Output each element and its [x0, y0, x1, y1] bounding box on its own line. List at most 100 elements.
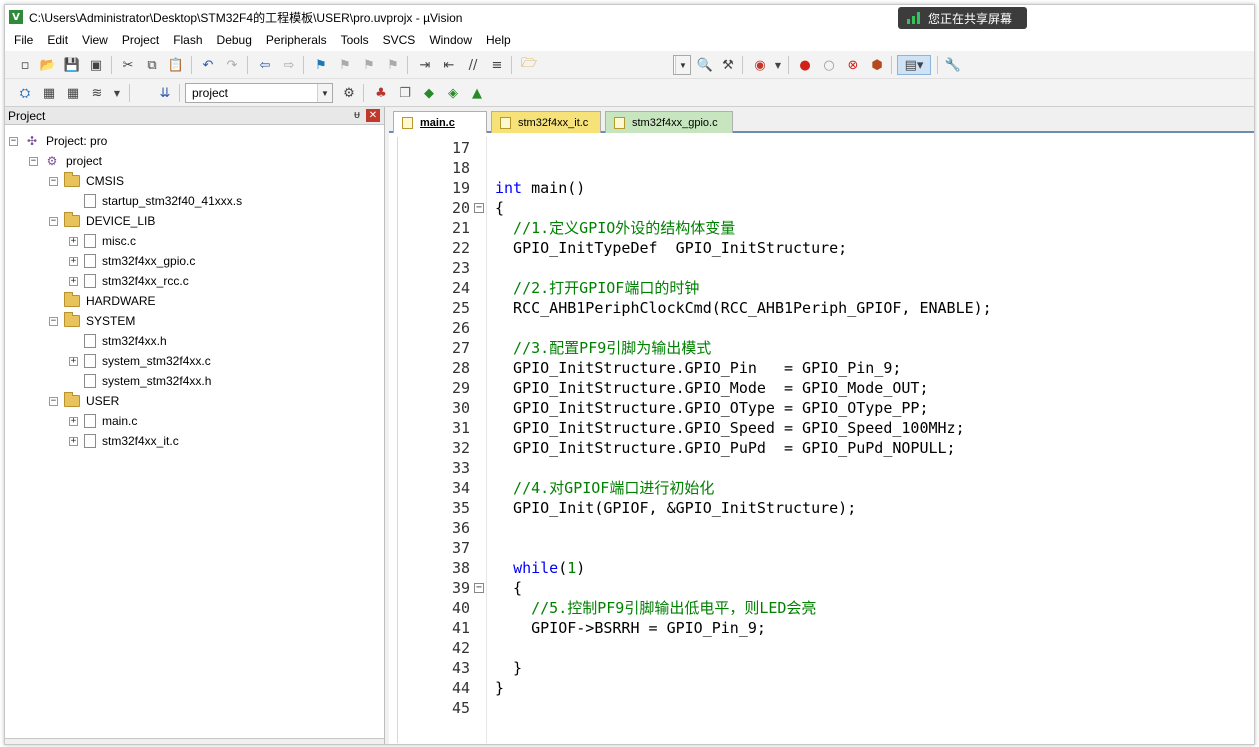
tree-item[interactable]: + stm32f4xx_gpio.c — [69, 251, 195, 271]
code-line[interactable]: 20− { — [398, 198, 1252, 218]
expand-icon[interactable]: + — [69, 436, 78, 446]
code-line[interactable]: 27 //3.配置PF9引脚为输出模式 — [398, 338, 1252, 358]
code-line[interactable]: 39− { — [398, 578, 1252, 598]
translate-icon[interactable]: ⛭ — [15, 83, 35, 103]
fold-collapse-icon[interactable]: − — [474, 203, 484, 213]
find-combo[interactable]: ▼ — [673, 55, 691, 75]
menu-project[interactable]: Project — [115, 33, 166, 47]
incremental-find-icon[interactable]: ⚒ — [718, 55, 738, 75]
expand-icon[interactable]: + — [69, 356, 78, 366]
expand-icon[interactable]: + — [69, 276, 78, 286]
debug-session-icon[interactable]: ◉ — [750, 55, 770, 75]
code-line[interactable]: 33 — [398, 458, 1252, 478]
expand-icon[interactable]: + — [69, 256, 78, 266]
new-file-icon[interactable]: ▫ — [15, 55, 35, 75]
tree-item[interactable]: − DEVICE_LIB — [49, 211, 155, 231]
software-packs-icon[interactable]: ▲ — [467, 83, 487, 103]
enable-breakpoint-icon[interactable]: ○ — [819, 55, 839, 75]
download-icon[interactable]: ⇊ — [155, 83, 175, 103]
code-line[interactable]: 42 — [398, 638, 1252, 658]
target-options-icon[interactable]: ⚙ — [339, 83, 359, 103]
paste-icon[interactable]: 📋 — [166, 55, 186, 75]
expand-icon[interactable]: + — [69, 416, 78, 426]
next-bookmark-icon[interactable]: ⚑ — [359, 55, 379, 75]
editor-tab[interactable]: stm32f4xx_it.c — [491, 111, 601, 133]
menu-tools[interactable]: Tools — [334, 33, 376, 47]
open-file-icon[interactable]: 📂 — [38, 55, 58, 75]
code-line[interactable]: 21 //1.定义GPIO外设的结构体变量 — [398, 218, 1252, 238]
tree-item[interactable]: − SYSTEM — [49, 311, 135, 331]
menu-peripherals[interactable]: Peripherals — [259, 33, 334, 47]
debug-dropdown-icon[interactable]: ▼ — [768, 55, 788, 75]
redo-icon[interactable]: ↷ — [222, 55, 242, 75]
expand-icon[interactable]: + — [69, 236, 78, 246]
tree-item[interactable]: + misc.c — [69, 231, 136, 251]
tree-item[interactable]: HARDWARE — [49, 291, 156, 311]
find-in-files-icon[interactable]: 🗁 — [519, 55, 539, 75]
code-line[interactable]: 45 — [398, 698, 1252, 718]
configure-icon[interactable]: 🔧 — [943, 55, 963, 75]
code-line[interactable]: 24 //2.打开GPIOF端口的时钟 — [398, 278, 1252, 298]
select-packs-icon[interactable]: ❐ — [395, 83, 415, 103]
batch-dropdown-icon[interactable]: ▼ — [107, 83, 127, 103]
undo-icon[interactable]: ↶ — [198, 55, 218, 75]
uncomment-icon[interactable]: ≡ — [487, 55, 507, 75]
tree-item[interactable]: system_stm32f4xx.h — [69, 371, 211, 391]
rebuild-icon[interactable]: ▦ — [63, 83, 83, 103]
tree-item[interactable]: + main.c — [69, 411, 137, 431]
code-line[interactable]: 43 } — [398, 658, 1252, 678]
menu-debug[interactable]: Debug — [210, 33, 259, 47]
collapse-icon[interactable]: − — [9, 136, 18, 146]
tree-item[interactable]: + stm32f4xx_rcc.c — [69, 271, 189, 291]
code-area[interactable]: 17 18 19 int main() 20−{21 //1.定义GPIO外设的结构体变… — [397, 137, 1252, 743]
menu-view[interactable]: View — [75, 33, 115, 47]
code-line[interactable]: 28 GPIO_InitStructure.GPIO_Pin = GPIO_Pi… — [398, 358, 1252, 378]
code-line[interactable]: 19 int main() — [398, 178, 1252, 198]
nav-back-icon[interactable]: ⇦ — [255, 55, 275, 75]
code-line[interactable]: 23 — [398, 258, 1252, 278]
unindent-icon[interactable]: ⇤ — [439, 55, 459, 75]
collapse-icon[interactable]: − — [49, 176, 58, 186]
find-icon[interactable]: 🔍 — [695, 55, 715, 75]
code-line[interactable]: 29 GPIO_InitStructure.GPIO_Mode = GPIO_M… — [398, 378, 1252, 398]
clear-bookmarks-icon[interactable]: ⚑ — [383, 55, 403, 75]
collapse-icon[interactable]: − — [49, 216, 58, 226]
pack-installer-icon[interactable]: ◈ — [443, 83, 463, 103]
manage-components-icon[interactable]: ♣ — [371, 83, 391, 103]
fold-collapse-icon[interactable]: − — [474, 583, 484, 593]
menu-flash[interactable]: Flash — [166, 33, 209, 47]
insert-breakpoint-icon[interactable]: ● — [795, 55, 815, 75]
code-line[interactable]: 31 GPIO_InitStructure.GPIO_Speed = GPIO_… — [398, 418, 1252, 438]
code-line[interactable]: 37 — [398, 538, 1252, 558]
tree-item[interactable]: + stm32f4xx_it.c — [69, 431, 179, 451]
menu-svcs[interactable]: SVCS — [376, 33, 423, 47]
tree-item[interactable]: + system_stm32f4xx.c — [69, 351, 211, 371]
save-icon[interactable]: 💾 — [62, 55, 82, 75]
tree-item[interactable]: − CMSIS — [49, 171, 124, 191]
code-line[interactable]: 35 GPIO_Init(GPIOF, &GPIO_InitStructure)… — [398, 498, 1252, 518]
code-line[interactable]: 41 GPIOF->BSRRH = GPIO_Pin_9; — [398, 618, 1252, 638]
indent-icon[interactable]: ⇥ — [415, 55, 435, 75]
code-line[interactable]: 34 //4.对GPIOF端口进行初始化 — [398, 478, 1252, 498]
pin-icon[interactable]: ᵾ — [354, 109, 360, 121]
tree-item[interactable]: startup_stm32f40_41xxx.s — [69, 191, 242, 211]
copy-icon[interactable]: ⧉ — [142, 55, 162, 75]
code-line[interactable]: 25 RCC_AHB1PeriphClockCmd(RCC_AHB1Periph… — [398, 298, 1252, 318]
menu-file[interactable]: File — [7, 33, 40, 47]
comment-icon[interactable]: // — [463, 55, 483, 75]
kill-breakpoints-icon[interactable]: ⬢ — [867, 55, 887, 75]
code-line[interactable]: 36 — [398, 518, 1252, 538]
code-line[interactable]: 38 while(1) — [398, 558, 1252, 578]
tree-item[interactable]: − ✣ Project: pro — [9, 131, 107, 151]
code-line[interactable]: 32 GPIO_InitStructure.GPIO_PuPd = GPIO_P… — [398, 438, 1252, 458]
tree-item[interactable]: stm32f4xx.h — [69, 331, 167, 351]
bookmark-icon[interactable]: ⚑ — [311, 55, 331, 75]
tree-item[interactable]: − ⚙ project — [29, 151, 102, 171]
nav-forward-icon[interactable]: ⇨ — [279, 55, 299, 75]
code-line[interactable]: 22 GPIO_InitTypeDef GPIO_InitStructure; — [398, 238, 1252, 258]
code-line[interactable]: 44} — [398, 678, 1252, 698]
batch-build-icon[interactable]: ≋ — [87, 83, 107, 103]
menu-window[interactable]: Window — [422, 33, 479, 47]
tree-item[interactable]: − USER — [49, 391, 119, 411]
editor-tab[interactable]: main.c — [393, 111, 487, 133]
